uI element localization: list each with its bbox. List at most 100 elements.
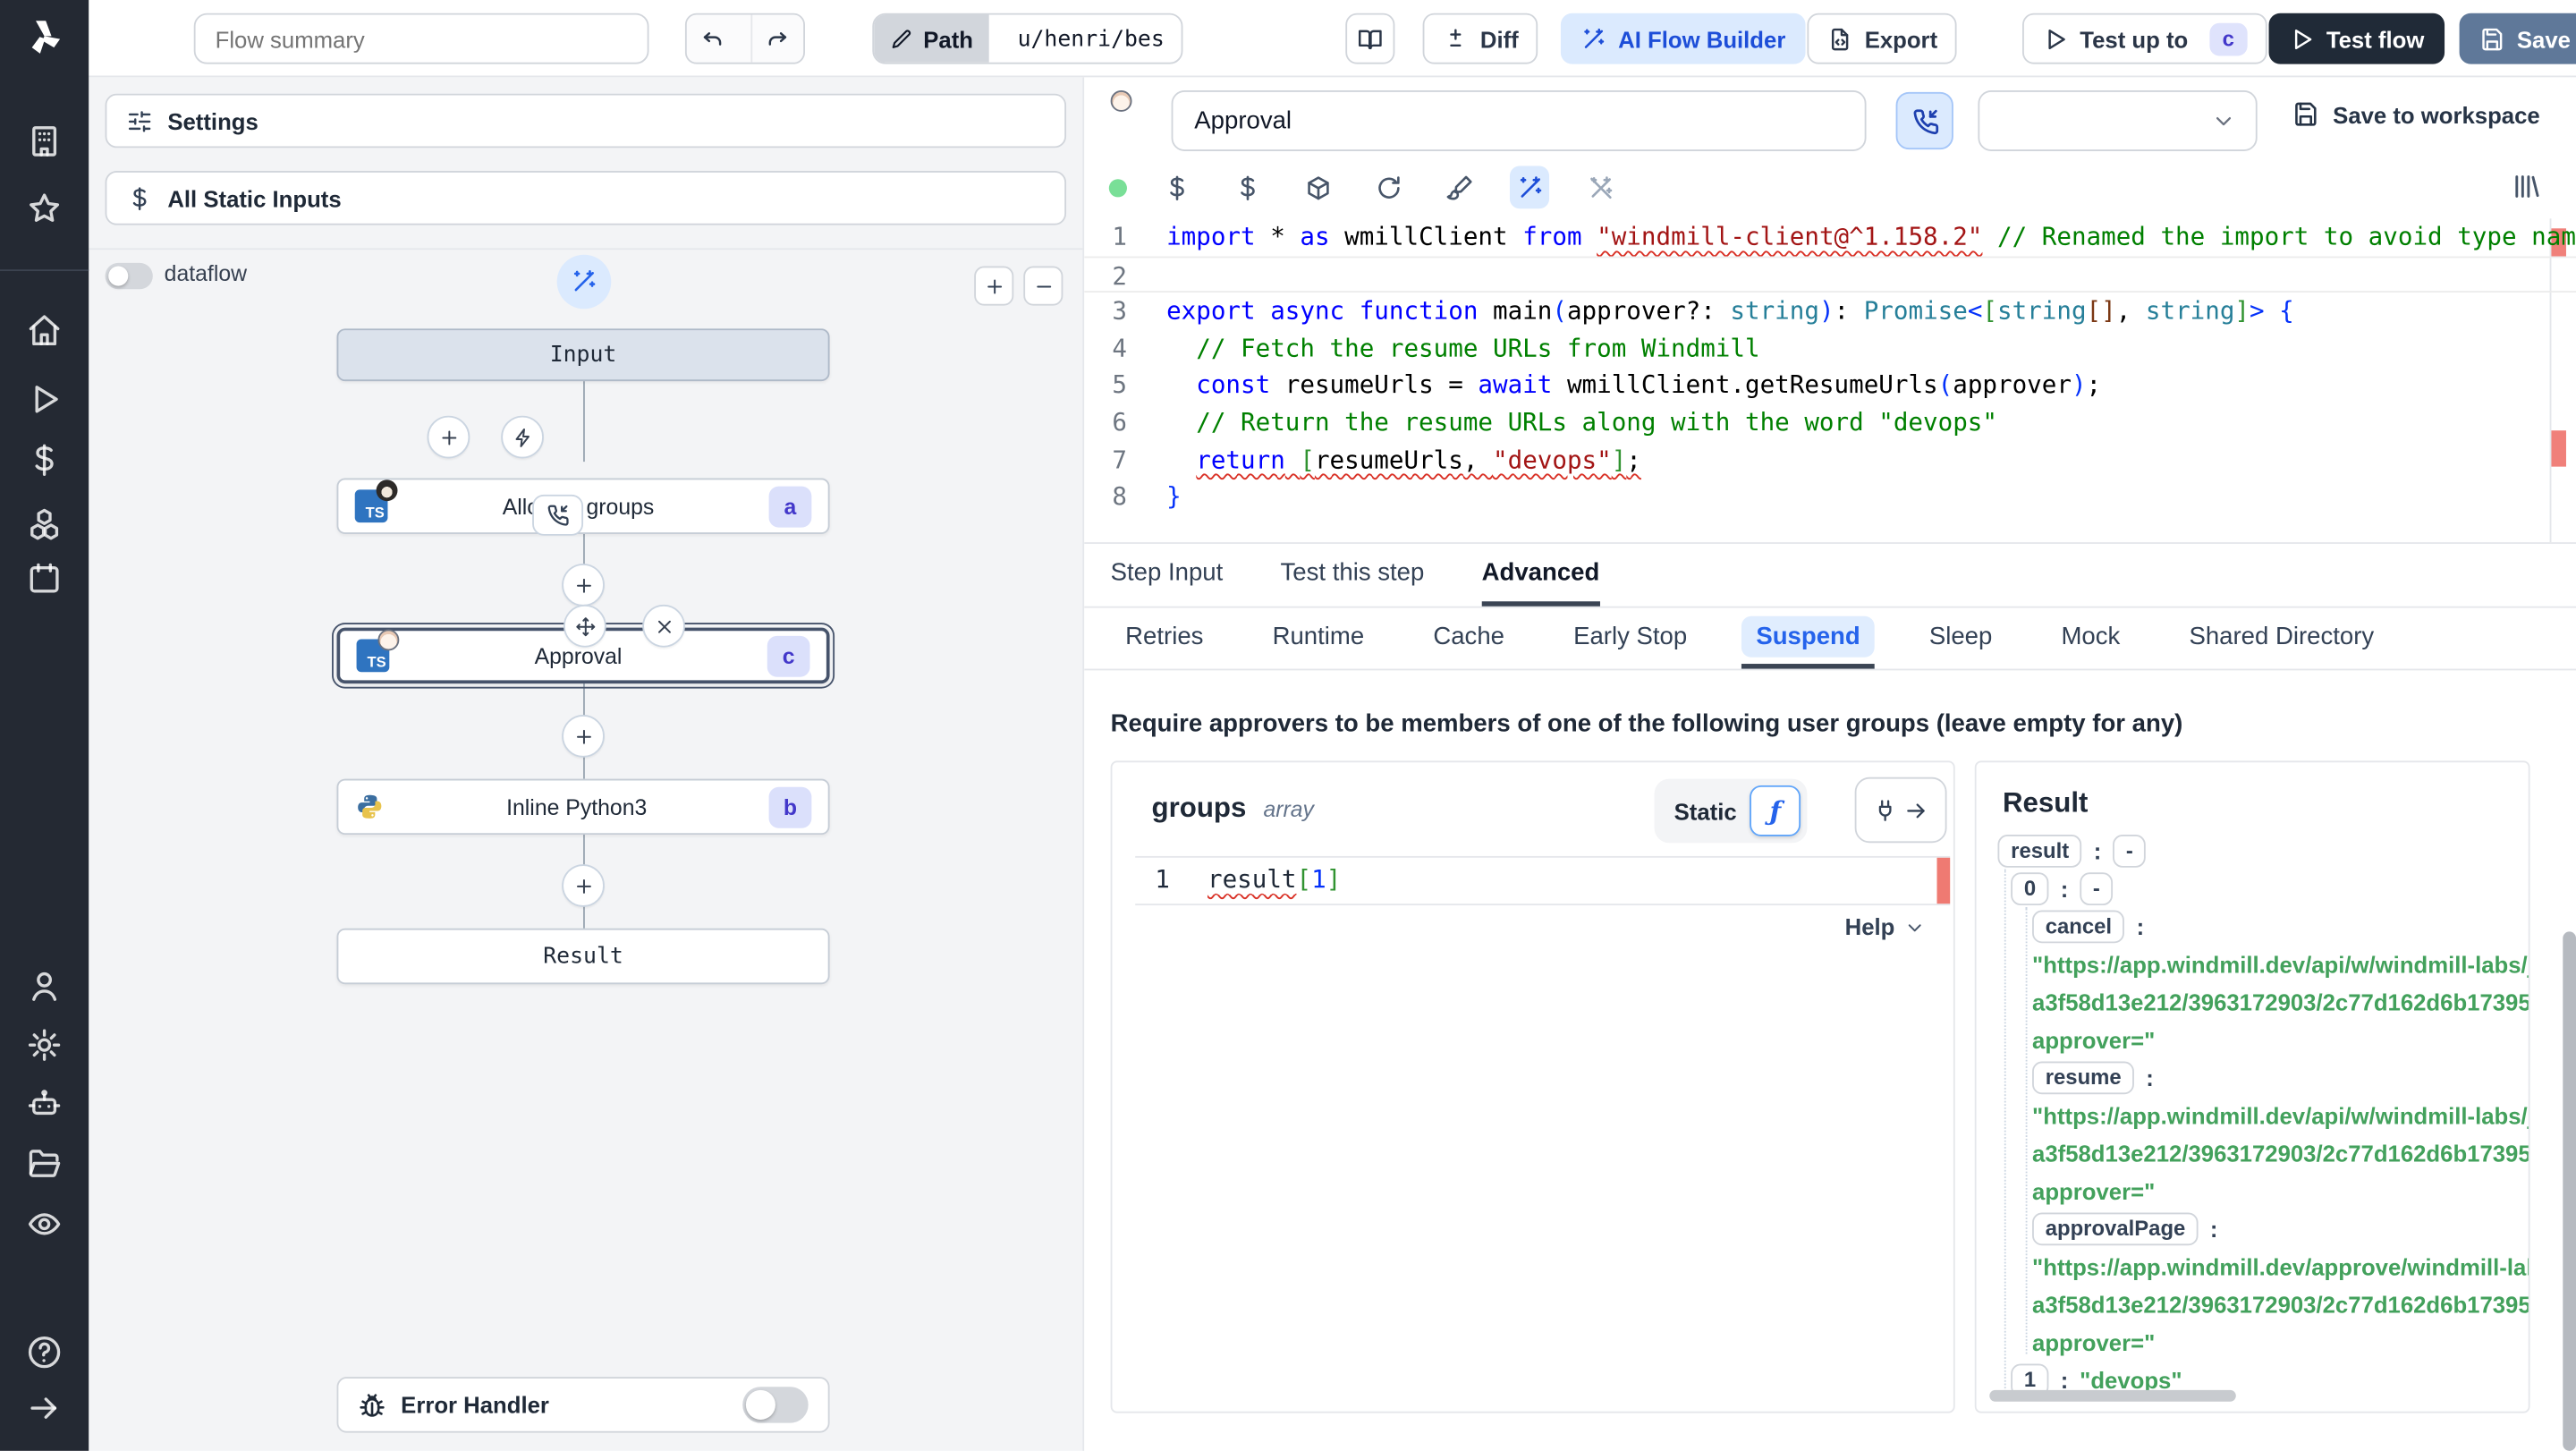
diff-button[interactable]: Diff <box>1422 13 1538 64</box>
library-icon[interactable] <box>2511 171 2542 202</box>
sidebar-item-settings-icon[interactable] <box>26 1027 62 1063</box>
static-fx-toggle[interactable]: Static ƒ <box>1654 778 1808 844</box>
suspend-phone-button[interactable] <box>1895 91 1953 150</box>
result-key-chip[interactable]: cancel <box>2032 909 2125 943</box>
refresh-tool-button[interactable] <box>1368 166 1408 209</box>
brush-tool-button[interactable] <box>1439 166 1479 209</box>
code-line-3[interactable]: 3 export async function main(approver?: s… <box>1084 293 2576 329</box>
move-step-button[interactable] <box>563 604 606 648</box>
tab-shared-directory[interactable]: Shared Directory <box>2174 608 2389 669</box>
sidebar-item-folder-icon[interactable] <box>26 1145 62 1181</box>
sidebar-item-calendar-icon[interactable] <box>26 560 62 596</box>
vertical-scrollbar-thumb[interactable] <box>2563 931 2576 1451</box>
zoom-out-button[interactable] <box>1023 266 1063 306</box>
code-line-6[interactable]: 6 // Return the resume URLs along with t… <box>1084 404 2576 441</box>
groups-expression-editor[interactable]: 1 result[1] <box>1135 855 1951 906</box>
test-flow-button[interactable]: Test flow <box>2268 13 2445 64</box>
tab-runtime[interactable]: Runtime <box>1258 608 1379 669</box>
code-line-4[interactable]: 4 // Fetch the resume URLs from Windmill <box>1084 330 2576 367</box>
error-handler-toggle[interactable] <box>742 1387 809 1423</box>
result-row[interactable]: result: - <box>1997 831 2147 869</box>
add-step-button[interactable] <box>562 563 605 607</box>
function-icon[interactable]: ƒ <box>1750 785 1801 836</box>
result-key-chip[interactable]: approvalPage <box>2032 1211 2199 1245</box>
collapse-chip[interactable]: - <box>2080 871 2114 905</box>
result-row[interactable]: 0:- <box>2011 870 2114 907</box>
tab-advanced[interactable]: Advanced <box>1481 544 1600 607</box>
redo-button[interactable] <box>750 14 803 63</box>
sidebar-item-user-icon[interactable] <box>26 968 62 1004</box>
sidebar-item-logo-icon[interactable] <box>23 15 66 58</box>
connect-input-button[interactable] <box>1854 776 1947 844</box>
all-static-inputs-row[interactable]: All Static Inputs <box>105 171 1067 225</box>
package-tool-button[interactable] <box>1298 166 1337 209</box>
sidebar-item-star-icon[interactable] <box>26 191 62 226</box>
delete-step-button[interactable] <box>642 604 685 648</box>
save-to-workspace-button[interactable]: Save to workspace <box>2292 100 2540 128</box>
node-inline-python[interactable]: Inline Python3 b <box>336 778 830 836</box>
test-up-to-button[interactable]: Test up to c <box>2022 13 2267 64</box>
export-button[interactable]: Export <box>1807 13 1958 64</box>
code-editor[interactable]: 1 import * as wmillClient from "windmill-… <box>1084 218 2576 542</box>
sidebar-item-play-icon[interactable] <box>26 381 62 417</box>
typescript-icon: TS <box>356 629 400 673</box>
tab-suspend[interactable]: Suspend <box>1741 608 1876 669</box>
sidebar-item-dollar-icon[interactable] <box>26 442 62 478</box>
tab-retries[interactable]: Retries <box>1111 608 1218 669</box>
path-button[interactable]: Path u/henri/bes <box>872 13 1182 64</box>
sidebar-item-home-icon[interactable] <box>26 312 62 348</box>
sidebar-item-bot-icon[interactable] <box>26 1086 62 1122</box>
wand-tool-button[interactable] <box>1509 165 1550 209</box>
save-draft-button[interactable]: Save draft <box>2459 13 2576 64</box>
add-step-button[interactable] <box>427 415 470 459</box>
collapse-chip[interactable]: - <box>2113 834 2147 867</box>
dollar-tool-button[interactable] <box>1157 166 1196 209</box>
line-number: 2 <box>1112 260 1127 291</box>
help-dropdown[interactable]: Help <box>1845 913 1927 940</box>
dataflow-toggle[interactable] <box>105 262 153 290</box>
add-trigger-button[interactable] <box>501 415 544 459</box>
tab-early-stop[interactable]: Early Stop <box>1559 608 1702 669</box>
tab-cache[interactable]: Cache <box>1419 608 1520 669</box>
tab-sleep[interactable]: Sleep <box>1914 608 2007 669</box>
sidebar-item-arrow-right-icon[interactable] <box>26 1390 62 1426</box>
node-input[interactable]: Input <box>336 328 830 382</box>
add-step-button[interactable] <box>562 864 605 907</box>
sidebar-item-help-circle-icon[interactable] <box>26 1334 62 1370</box>
error-handler-row[interactable]: Error Handler <box>336 1377 830 1433</box>
result-row[interactable]: approvalPage: <box>2032 1209 2217 1247</box>
zoom-in-button[interactable] <box>974 266 1014 306</box>
node-result[interactable]: Result <box>336 928 830 985</box>
step-name-input[interactable] <box>1171 90 1867 151</box>
result-row: "https://app.windmill.dev/api/w/windmill… <box>2032 945 2529 982</box>
sidebar-item-boxes-icon[interactable] <box>26 506 62 542</box>
result-row[interactable]: resume: <box>2032 1058 2154 1096</box>
flow-summary-input[interactable] <box>193 13 649 64</box>
code-line-1[interactable]: 1 import * as wmillClient from "windmill-… <box>1084 218 2576 255</box>
sidebar-item-building-icon[interactable] <box>26 123 62 159</box>
tab-mock[interactable]: Mock <box>2046 608 2135 669</box>
flow-settings-row[interactable]: Settings <box>105 93 1067 148</box>
code-line-5[interactable]: 5 const resumeUrls = await wmillClient.g… <box>1084 367 2576 403</box>
sidebar-item-eye-icon[interactable] <box>26 1206 62 1242</box>
ai-flow-builder-button[interactable]: AI Flow Builder <box>1560 13 1806 64</box>
tab-test-this-step[interactable]: Test this step <box>1281 544 1425 607</box>
result-key-chip[interactable]: result <box>1997 834 2082 867</box>
result-row[interactable]: cancel: <box>2032 907 2144 945</box>
tab-step-input[interactable]: Step Input <box>1111 544 1224 607</box>
dollar-tool-button[interactable] <box>1227 166 1267 209</box>
code-line-8[interactable]: 8} <box>1084 479 2576 515</box>
result-key-chip[interactable]: 0 <box>2011 871 2049 905</box>
suspend-indicator-badge[interactable] <box>532 494 584 536</box>
template-select[interactable] <box>1978 90 2258 151</box>
undo-button[interactable] <box>687 15 740 63</box>
horizontal-scrollbar-thumb[interactable] <box>1989 1389 2236 1402</box>
code-line-7[interactable]: 7 return [resumeUrls, "devops"]; <box>1084 441 2576 478</box>
add-step-button[interactable] <box>562 714 605 758</box>
code-line-2[interactable]: 2 <box>1084 255 2576 293</box>
docs-button[interactable] <box>1345 13 1395 64</box>
result-key-chip[interactable]: resume <box>2032 1060 2135 1094</box>
graph-ai-button[interactable] <box>556 254 612 310</box>
code-token: async <box>1270 295 1345 327</box>
wand-off-tool-button[interactable] <box>1580 166 1620 209</box>
